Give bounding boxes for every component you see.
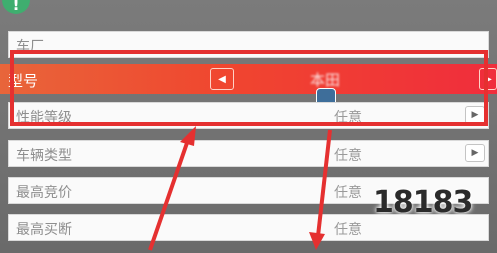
watermark-text: 18183 — [373, 185, 473, 220]
annotation-arrow-left — [148, 126, 196, 251]
annotation-arrow-down — [309, 129, 332, 250]
watermark-logo: 18183 — [373, 185, 491, 235]
filter-panel: ! 车厂 型号 ◀ 本田 ▶ 性能等级 任意 ▶ 车辆类型 任意 ▶ 最高竞价 … — [0, 0, 497, 253]
